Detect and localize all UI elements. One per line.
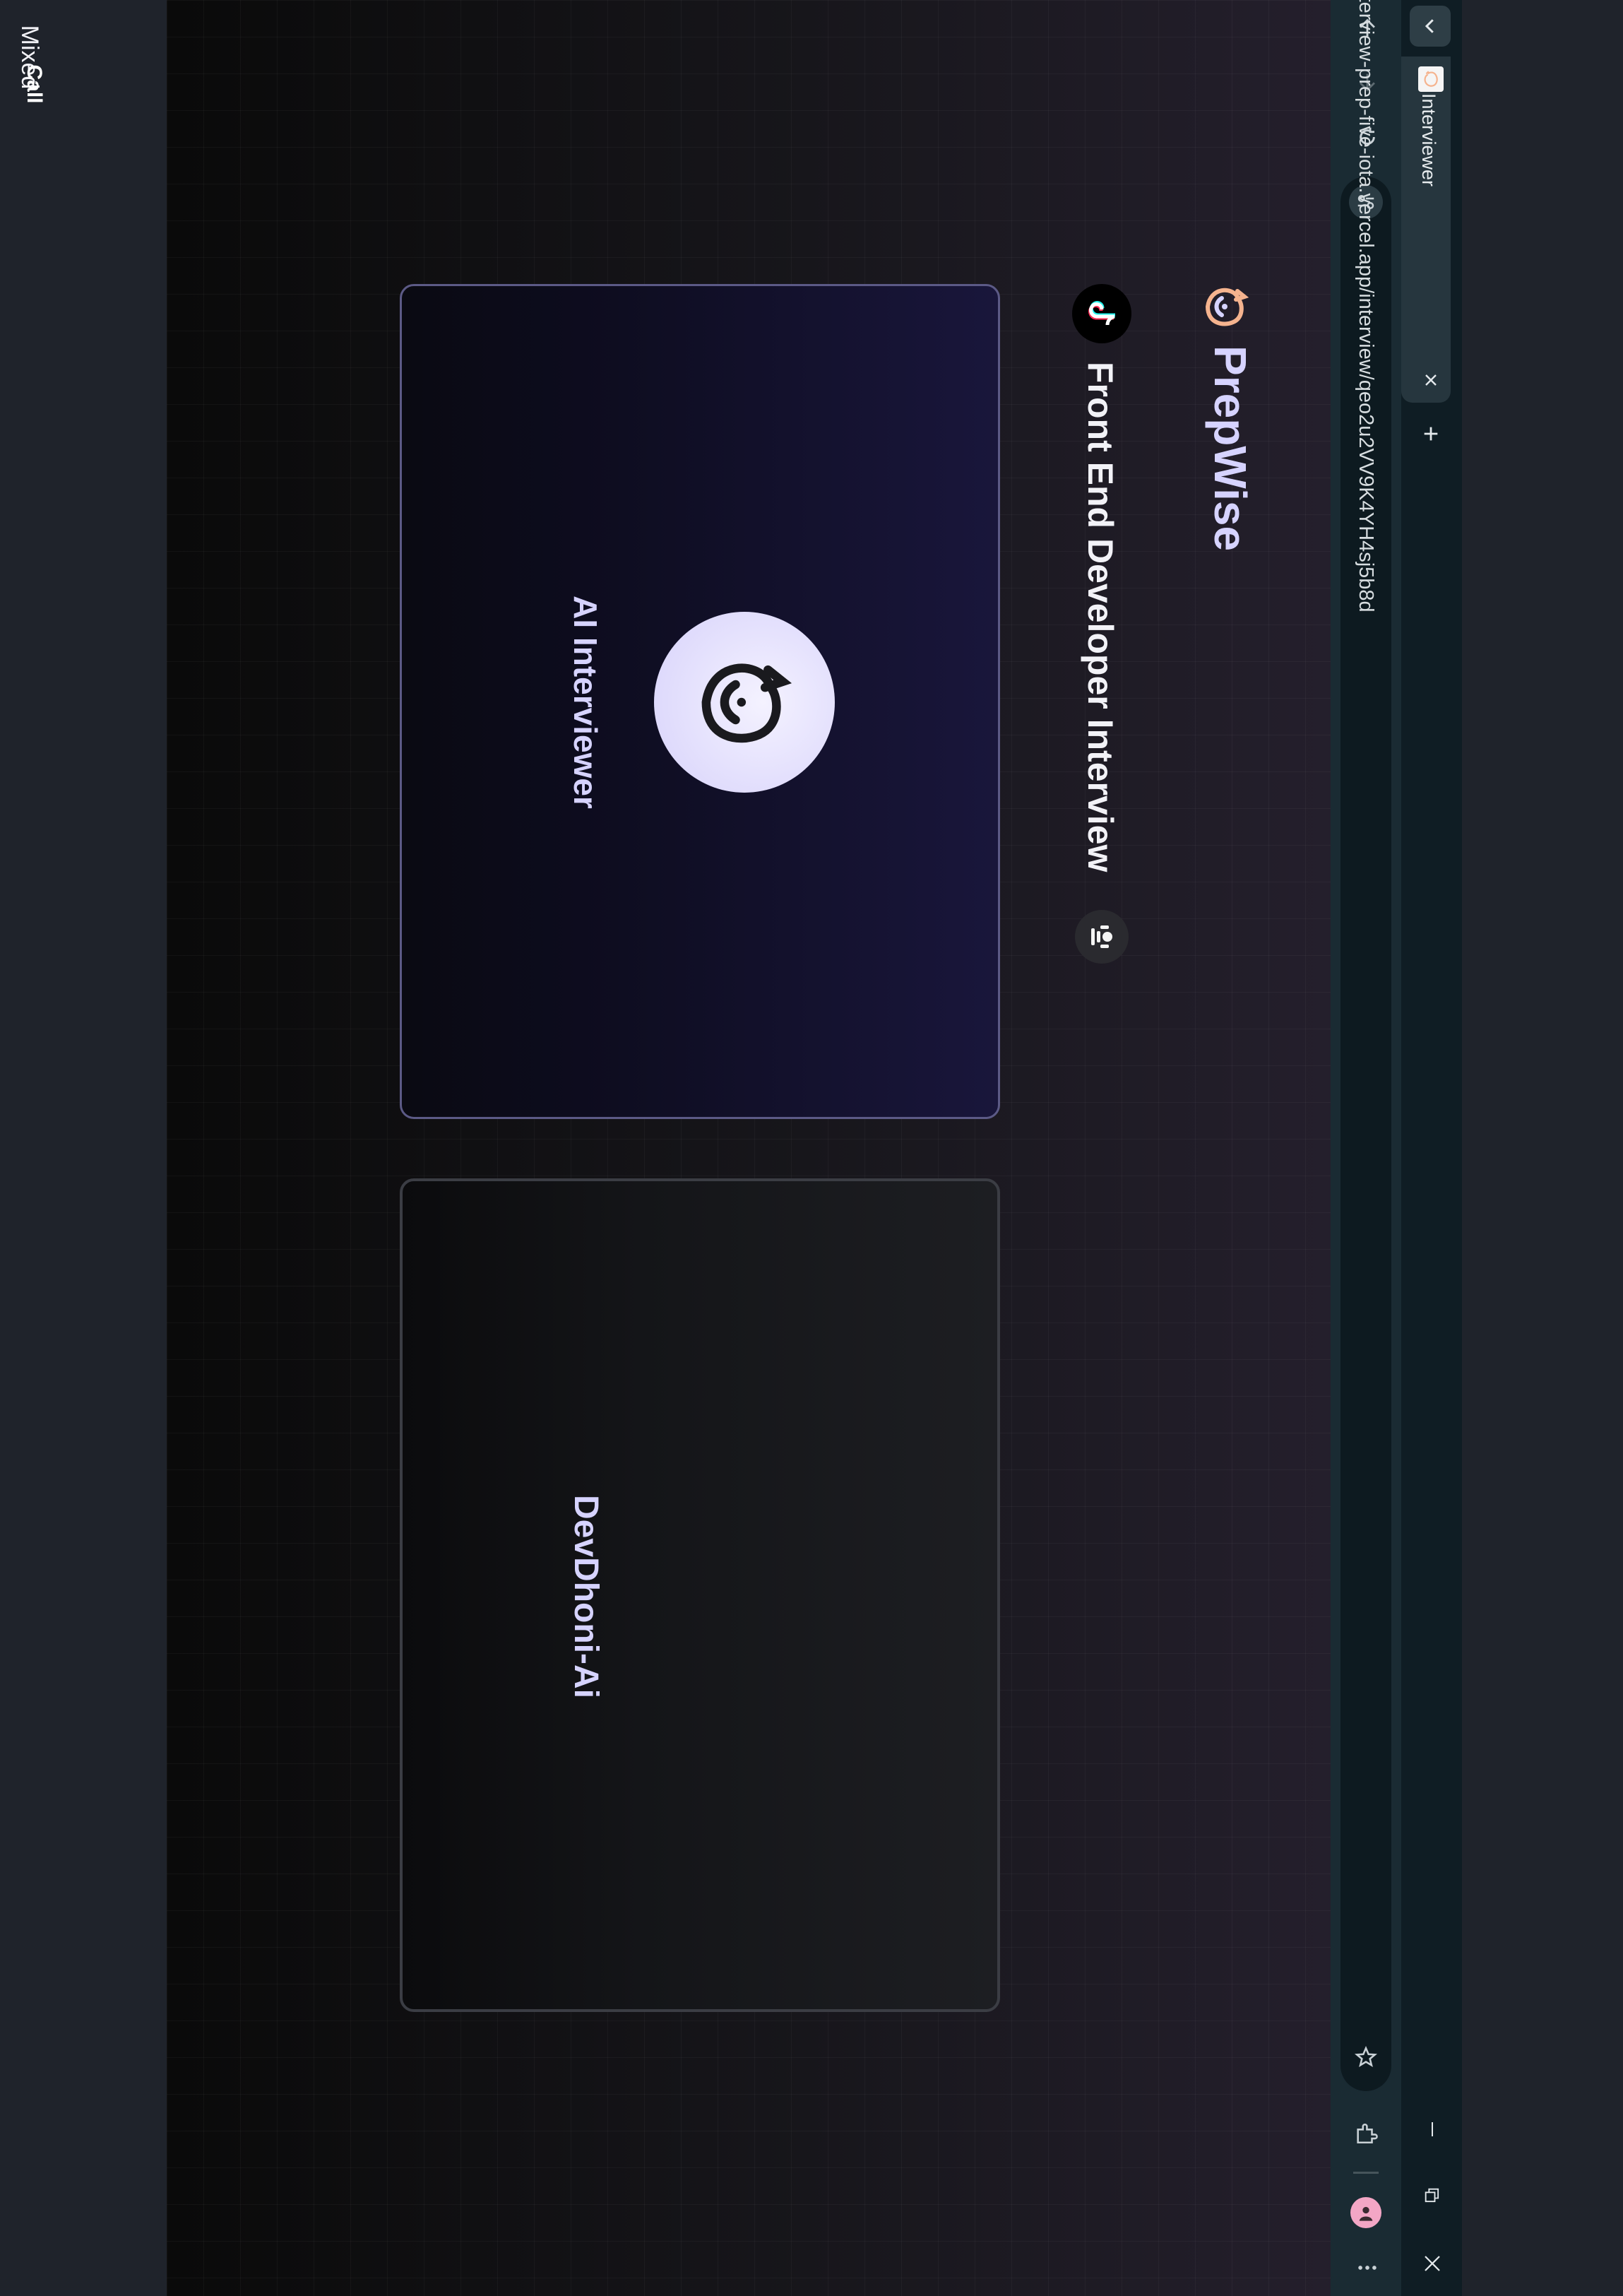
tab-title: Interviewer [1418,93,1439,187]
interview-title: Front End Developer Interview [1081,362,1120,872]
brand-logo-icon [1201,281,1252,332]
tech-stack-icon [1072,284,1131,343]
close-tab-icon[interactable] [1417,366,1445,394]
minimize-icon[interactable] [1415,2112,1449,2146]
address-bar-url[interactable]: interview-prep-five-iota.vercel.app/inte… [1353,0,1379,899]
close-window-icon[interactable] [1415,2247,1449,2280]
ai-interviewer-label: AI Interviewer [567,596,604,809]
left-margin [0,0,167,2296]
restore-icon[interactable] [1415,2179,1449,2213]
tab-favicon [1418,66,1444,92]
new-tab-icon[interactable] [1415,418,1446,449]
right-margin [1462,0,1623,2296]
extensions-icon[interactable] [1349,2117,1383,2150]
call-button-label: Call [23,64,46,104]
collapse-tabs-icon[interactable] [1410,6,1451,47]
brand-name: PrepWise [1205,345,1256,552]
more-menu-icon[interactable] [1350,2251,1384,2285]
user-name: DevDhoni-Ai [567,1495,605,1698]
tech-logo-icon [1075,910,1129,964]
ai-interviewer-avatar [654,612,835,793]
profile-avatar[interactable] [1350,2197,1381,2228]
toolbar-divider [1353,2172,1379,2174]
user-card [400,1178,1000,2012]
bookmark-star-icon[interactable] [1349,2040,1383,2074]
